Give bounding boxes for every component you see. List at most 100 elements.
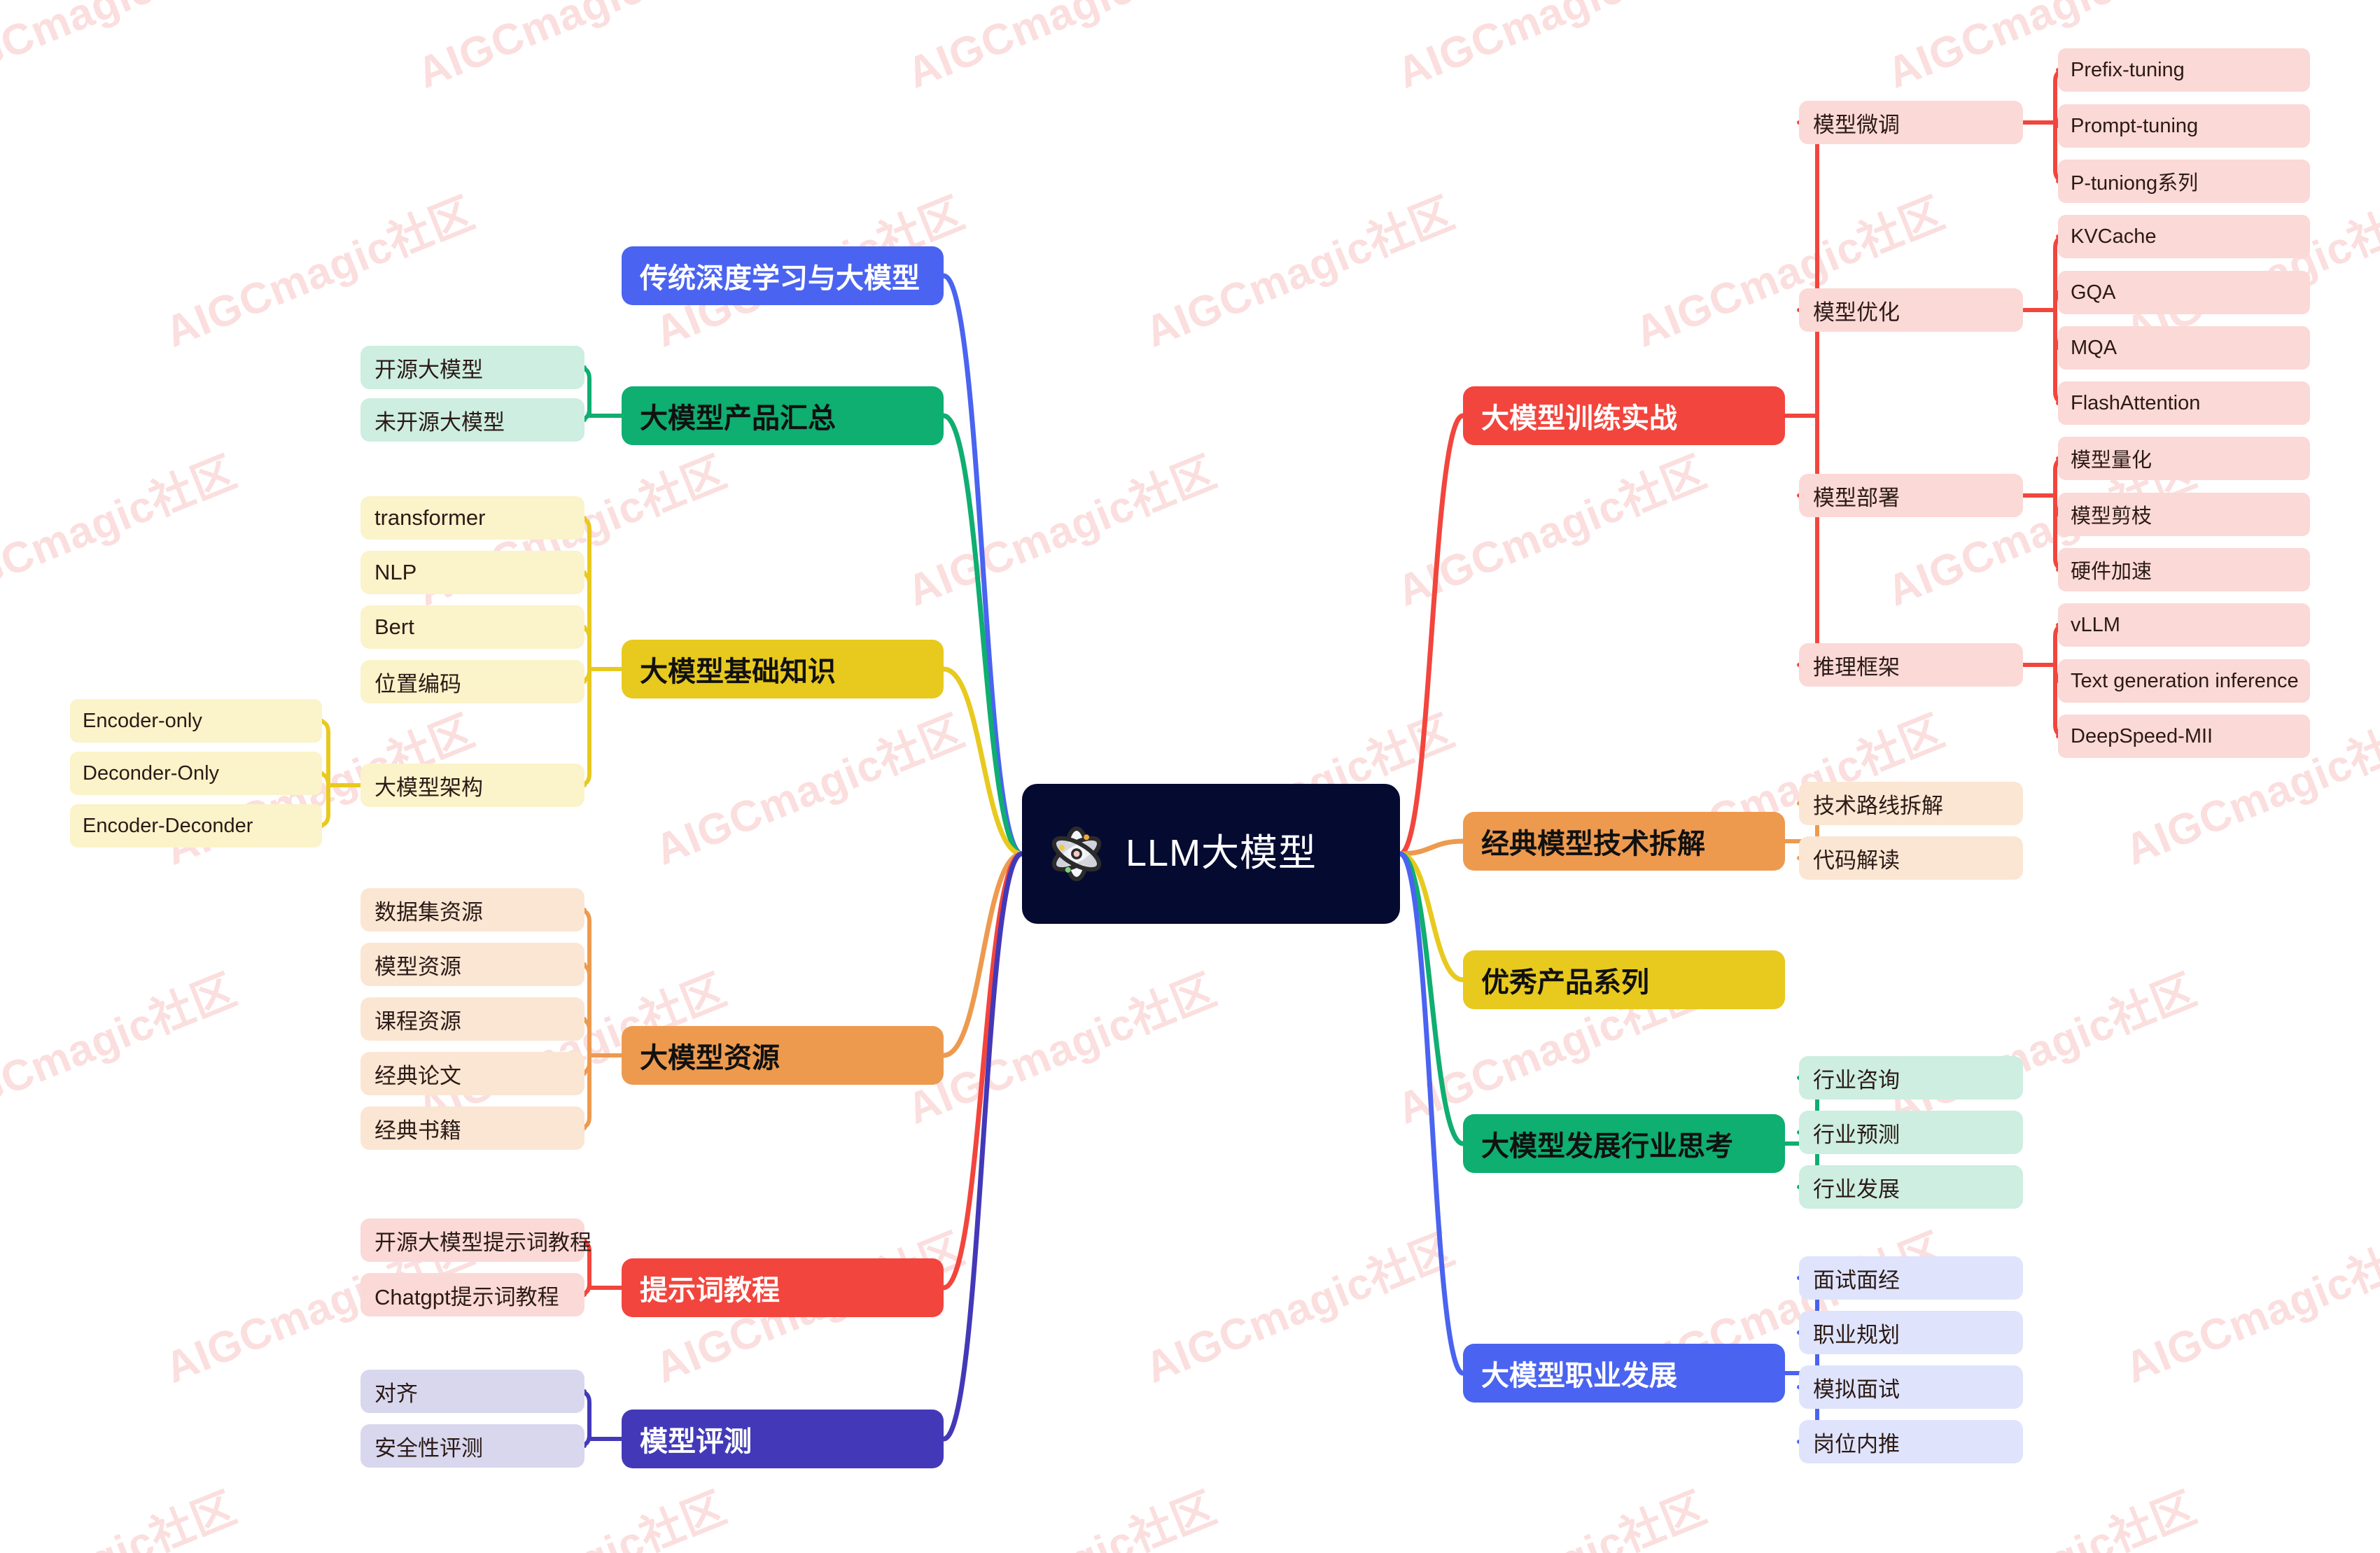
subnode-industry-thinking-2[interactable]: 行业发展 (1799, 1165, 2023, 1209)
subnode-product-summary-0[interactable]: 开源大模型 (360, 346, 584, 389)
node-label: 行业预测 (1813, 1122, 1900, 1147)
node-label: 大模型基础知识 (640, 656, 836, 687)
subnode-prompt-tutorial-0[interactable]: 开源大模型提示词教程 (360, 1218, 592, 1262)
node-label: Bert (374, 614, 414, 639)
subnode-base-knowledge-2[interactable]: Bert (360, 605, 584, 649)
node-label: 经典书籍 (374, 1118, 461, 1143)
subnode-resources-4[interactable]: 经典书籍 (360, 1106, 584, 1150)
subnode-base-knowledge-3[interactable]: 位置编码 (360, 660, 584, 703)
node-label: 对齐 (374, 1381, 418, 1406)
leafnode-training-practice-3-2[interactable]: DeepSpeed-MII (2058, 715, 2310, 758)
subnode-base-knowledge-4[interactable]: 大模型架构 (360, 764, 584, 807)
subnode-career-development-2[interactable]: 模拟面试 (1799, 1365, 2023, 1409)
subnode-base-knowledge-1[interactable]: NLP (360, 551, 584, 594)
subnode-resources-0[interactable]: 数据集资源 (360, 888, 584, 932)
leafnode-base-knowledge-4-1[interactable]: Deconder-Only (70, 752, 322, 795)
leafnode-training-practice-1-3[interactable]: FlashAttention (2058, 381, 2310, 425)
subnode-classic-model-breakdown-1[interactable]: 代码解读 (1799, 836, 2023, 880)
mindmap-canvas: AIGCmagic社区 AIGCmagic社区 AIGCmagic社区 AIGCmag… (0, 0, 2380, 1553)
leafnode-training-practice-1-0[interactable]: KVCache (2058, 215, 2310, 258)
leafnode-training-practice-0-1[interactable]: Prompt-tuning (2058, 104, 2310, 148)
node-label: 安全性评测 (374, 1435, 483, 1461)
subnode-training-practice-1[interactable]: 模型优化 (1799, 288, 2023, 332)
leafnode-training-practice-3-0[interactable]: vLLM (2058, 603, 2310, 647)
node-label: 模型优化 (1813, 300, 1900, 325)
branch-node-training-practice[interactable]: 大模型训练实战 (1463, 386, 1785, 445)
branch-node-product-summary[interactable]: 大模型产品汇总 (622, 386, 944, 445)
subnode-industry-thinking-1[interactable]: 行业预测 (1799, 1111, 2023, 1154)
branch-node-model-evaluation[interactable]: 模型评测 (622, 1410, 944, 1468)
leafnode-base-knowledge-4-0[interactable]: Encoder-only (70, 699, 322, 743)
node-label: 传统深度学习与大模型 (640, 263, 920, 294)
branch-node-prompt-tutorial[interactable]: 提示词教程 (622, 1258, 944, 1317)
node-label: KVCache (2071, 225, 2157, 248)
node-label: 大模型架构 (374, 775, 483, 800)
branch-node-excellent-products[interactable]: 优秀产品系列 (1463, 950, 1785, 1009)
subnode-model-evaluation-0[interactable]: 对齐 (360, 1370, 584, 1413)
node-label: 模型微调 (1813, 112, 1900, 137)
leafnode-training-practice-2-0[interactable]: 模型量化 (2058, 437, 2310, 480)
node-label: 模拟面试 (1813, 1377, 1900, 1402)
connector (1797, 414, 1830, 667)
node-label: FlashAttention (2071, 391, 2201, 414)
node-label: 大模型职业发展 (1481, 1361, 1677, 1391)
leafnode-training-practice-2-1[interactable]: 模型剪枝 (2058, 493, 2310, 536)
node-label: 位置编码 (374, 671, 461, 696)
node-label: DeepSpeed-MII (2071, 724, 2213, 747)
central-node-label: LLM大模型 (1126, 832, 1317, 875)
subnode-career-development-3[interactable]: 岗位内推 (1799, 1420, 2023, 1463)
node-label: Chatgpt提示词教程 (374, 1284, 559, 1309)
central-node[interactable]: LLM大模型 (1022, 784, 1400, 924)
branch-node-industry-thinking[interactable]: 大模型发展行业思考 (1463, 1114, 1785, 1173)
node-label: 模型剪枝 (2071, 505, 2152, 528)
node-label: 模型资源 (374, 954, 461, 979)
node-label: 技术路线拆解 (1813, 793, 1943, 818)
subnode-base-knowledge-0[interactable]: transformer (360, 496, 584, 540)
node-label: 模型评测 (640, 1426, 752, 1457)
subnode-training-practice-2[interactable]: 模型部署 (1799, 474, 2023, 517)
connector (1797, 120, 1830, 418)
leafnode-training-practice-0-2[interactable]: P-tuniong系列 (2058, 160, 2310, 203)
branch-node-classic-model-breakdown[interactable]: 经典模型技术拆解 (1463, 812, 1785, 871)
leafnode-training-practice-1-2[interactable]: MQA (2058, 326, 2310, 370)
node-label: 模型部署 (1813, 485, 1900, 510)
subnode-product-summary-1[interactable]: 未开源大模型 (360, 398, 584, 442)
node-label: Text generation inference (2071, 669, 2299, 692)
node-label: 课程资源 (374, 1009, 461, 1034)
node-label: 数据集资源 (374, 899, 483, 925)
subnode-prompt-tutorial-1[interactable]: Chatgpt提示词教程 (360, 1273, 584, 1316)
node-label: 大模型发展行业思考 (1481, 1131, 1733, 1162)
leafnode-training-practice-1-1[interactable]: GQA (2058, 271, 2310, 314)
subnode-career-development-0[interactable]: 面试面经 (1799, 1256, 2023, 1300)
subnode-industry-thinking-0[interactable]: 行业咨询 (1799, 1056, 2023, 1099)
node-label: 职业规划 (1813, 1322, 1900, 1347)
node-label: 岗位内推 (1813, 1431, 1900, 1456)
leafnode-training-practice-3-1[interactable]: Text generation inference (2058, 659, 2310, 703)
node-label: 优秀产品系列 (1481, 967, 1649, 998)
node-label: 模型量化 (2071, 449, 2152, 472)
subnode-career-development-1[interactable]: 职业规划 (1799, 1311, 2023, 1354)
subnode-resources-1[interactable]: 模型资源 (360, 943, 584, 986)
node-label: 大模型产品汇总 (640, 403, 836, 434)
subnode-training-practice-3[interactable]: 推理框架 (1799, 643, 2023, 687)
subnode-training-practice-0[interactable]: 模型微调 (1799, 101, 2023, 144)
node-label: transformer (374, 505, 486, 530)
node-label: 大模型训练实战 (1481, 403, 1677, 434)
leafnode-training-practice-2-2[interactable]: 硬件加速 (2058, 548, 2310, 591)
node-label: Prompt-tuning (2071, 114, 2199, 137)
branch-node-resources[interactable]: 大模型资源 (622, 1026, 944, 1085)
leafnode-base-knowledge-4-2[interactable]: Encoder-Deconder (70, 804, 322, 848)
node-label: 提示词教程 (640, 1275, 780, 1306)
subnode-classic-model-breakdown-0[interactable]: 技术路线拆解 (1799, 782, 2023, 825)
subnode-resources-3[interactable]: 经典论文 (360, 1052, 584, 1095)
subnode-resources-2[interactable]: 课程资源 (360, 997, 584, 1041)
node-label: GQA (2071, 281, 2116, 304)
leafnode-training-practice-0-0[interactable]: Prefix-tuning (2058, 48, 2310, 92)
subnode-model-evaluation-1[interactable]: 安全性评测 (360, 1424, 584, 1468)
connector (941, 851, 1025, 1442)
branch-node-traditional-dl[interactable]: 传统深度学习与大模型 (622, 246, 944, 305)
branch-node-career-development[interactable]: 大模型职业发展 (1463, 1344, 1785, 1403)
node-label: 开源大模型提示词教程 (374, 1230, 592, 1255)
node-label: 开源大模型 (374, 357, 483, 382)
branch-node-base-knowledge[interactable]: 大模型基础知识 (622, 640, 944, 698)
